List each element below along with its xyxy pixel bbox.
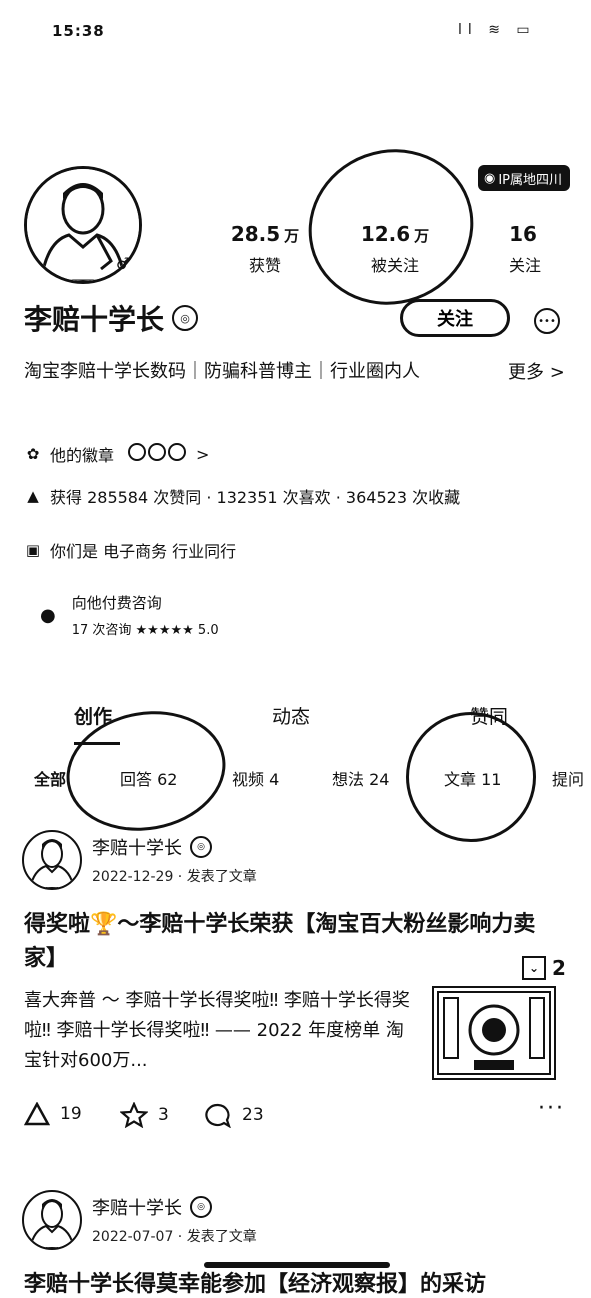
upvote-count: 19 bbox=[60, 1104, 82, 1124]
stat-followers-label: 被关注 bbox=[370, 256, 419, 275]
badge-ribbon-icon: ✿ bbox=[26, 445, 40, 463]
achievement-text: 获得 285584 次赞同 · 132351 次喜欢 · 364523 次收藏 bbox=[50, 488, 461, 507]
thumbnail-image-icon bbox=[437, 991, 551, 1075]
subtab-articles[interactable]: 文章 11 bbox=[444, 766, 501, 790]
post-title[interactable]: 李赔十学长得莫幸能参加【经济观察报】的采访 bbox=[24, 1266, 486, 1298]
post-thumbnail[interactable] bbox=[432, 986, 556, 1080]
post-excerpt[interactable]: 喜大奔普 ～ 李赔十学长得奖啦‼ 李赔十学长得奖啦‼ 李赔十学长得奖啦‼ —— … bbox=[24, 986, 416, 1076]
consult-meta: 17 次咨询 ★★★★★ 5.0 bbox=[71, 623, 219, 638]
upvote-icon bbox=[24, 1102, 50, 1126]
badges-row[interactable]: ✿ 他的徽章 > bbox=[24, 442, 209, 466]
paid-consult[interactable]: ● 向他付费咨询 17 次咨询 ★★★★★ 5.0 bbox=[24, 592, 219, 638]
post-author-name: 李赔十学长 bbox=[92, 838, 182, 859]
verified-icon: ◎ bbox=[190, 1196, 212, 1218]
briefcase-icon: ▣ bbox=[25, 541, 41, 559]
bio-more-link[interactable]: 更多 > bbox=[508, 358, 565, 384]
post-date: 2022-12-29 · 发表了文章 bbox=[92, 869, 257, 885]
profile-bio: 淘宝李赔十学长数码｜防骗科普博主｜行业圈内人 bbox=[24, 361, 420, 382]
verified-icon: ◎ bbox=[190, 836, 212, 858]
consult-icon: ● bbox=[40, 604, 56, 626]
gender-icon: ♂ bbox=[116, 254, 131, 273]
stat-likes-label: 获赞 bbox=[248, 256, 281, 275]
tab-activity[interactable]: 动态 bbox=[272, 702, 310, 729]
post-title[interactable]: 得奖啦🏆～李赔十学长荣获【淘宝百大粉丝影响力卖家】 bbox=[24, 908, 564, 976]
mutual-row[interactable]: ▣ 你们是 电子商务 行业同行 bbox=[24, 538, 236, 562]
tab-upvoted[interactable]: 赞同 bbox=[470, 702, 508, 729]
stat-likes-unit: 万 bbox=[284, 227, 300, 245]
triangle-icon: ▲ bbox=[27, 487, 39, 505]
like-count: 3 bbox=[158, 1105, 169, 1125]
post-date: 2022-07-07 · 发表了文章 bbox=[92, 1229, 257, 1245]
consult-title: 向他付费咨询 bbox=[71, 594, 162, 612]
stat-followers-value: 12.6 bbox=[360, 222, 411, 246]
achievement-row: ▲ 获得 285584 次赞同 · 132351 次喜欢 · 364523 次收… bbox=[24, 484, 460, 508]
star-icon bbox=[120, 1102, 148, 1128]
subtab-thoughts[interactable]: 想法 24 bbox=[332, 766, 389, 790]
chevron-right-icon: > bbox=[196, 444, 210, 464]
comment-icon bbox=[205, 1103, 231, 1128]
message-icon[interactable]: ••• bbox=[534, 308, 560, 334]
subtab-answers[interactable]: 回答 62 bbox=[120, 766, 177, 790]
avatar-portrait-icon bbox=[28, 839, 76, 888]
mutual-text: 你们是 电子商务 行业同行 bbox=[50, 542, 237, 561]
comment-action[interactable]: 23 bbox=[204, 1102, 264, 1128]
stat-followers-unit: 万 bbox=[414, 227, 430, 245]
favorite-count[interactable]: ⌄ 2 bbox=[522, 956, 566, 980]
stat-following-value: 16 bbox=[509, 222, 537, 246]
profile-name: 李赔十学长 ◎ bbox=[24, 298, 199, 338]
subtab-videos[interactable]: 视频 4 bbox=[232, 766, 279, 790]
tab-underline bbox=[74, 742, 120, 745]
stat-followers[interactable]: 12.6 万 被关注 bbox=[340, 222, 450, 276]
more-options-icon[interactable]: ··· bbox=[538, 1096, 565, 1121]
subtab-all[interactable]: 全部 bbox=[34, 766, 66, 790]
badges-label: 他的徽章 bbox=[50, 446, 115, 465]
badge-icons bbox=[128, 443, 188, 465]
like-action[interactable]: 3 bbox=[120, 1102, 169, 1128]
stat-following-label: 关注 bbox=[508, 256, 541, 275]
favorite-count-value: 2 bbox=[552, 956, 566, 980]
comment-count: 23 bbox=[242, 1105, 264, 1125]
tab-create[interactable]: 创作 bbox=[74, 702, 112, 729]
home-indicator bbox=[204, 1262, 390, 1268]
location-text: IP属地四川 bbox=[498, 172, 563, 188]
upvote-action[interactable]: 19 bbox=[24, 1102, 82, 1126]
post-author-name: 李赔十学长 bbox=[92, 1198, 182, 1219]
post-author[interactable]: 李赔十学长 ◎ bbox=[92, 1194, 212, 1220]
post-avatar[interactable] bbox=[22, 830, 82, 890]
post-avatar[interactable] bbox=[22, 1190, 82, 1250]
badge-3-icon bbox=[168, 443, 187, 461]
location-pin-icon: ◉ bbox=[484, 170, 496, 186]
collect-icon: ⌄ bbox=[522, 956, 546, 980]
stat-likes[interactable]: 28.5 万 获赞 bbox=[210, 222, 320, 276]
verified-icon: ◎ bbox=[172, 305, 199, 331]
badge-2-icon bbox=[148, 443, 167, 461]
post-author[interactable]: 李赔十学长 ◎ bbox=[92, 834, 212, 860]
location-badge: ◉ IP属地四川 bbox=[478, 165, 571, 191]
follow-button[interactable]: 关注 bbox=[400, 299, 510, 337]
avatar-portrait-icon bbox=[28, 1199, 76, 1248]
subtab-questions[interactable]: 提问 bbox=[552, 766, 584, 790]
status-time: 15:38 bbox=[52, 22, 105, 40]
stat-following[interactable]: 16 关注 bbox=[470, 222, 580, 276]
profile-name-text: 李赔十学长 bbox=[24, 303, 165, 336]
badge-1-icon bbox=[128, 443, 147, 461]
stat-likes-value: 28.5 bbox=[230, 222, 281, 246]
status-icons: ll ≋ ▭ bbox=[458, 22, 536, 38]
